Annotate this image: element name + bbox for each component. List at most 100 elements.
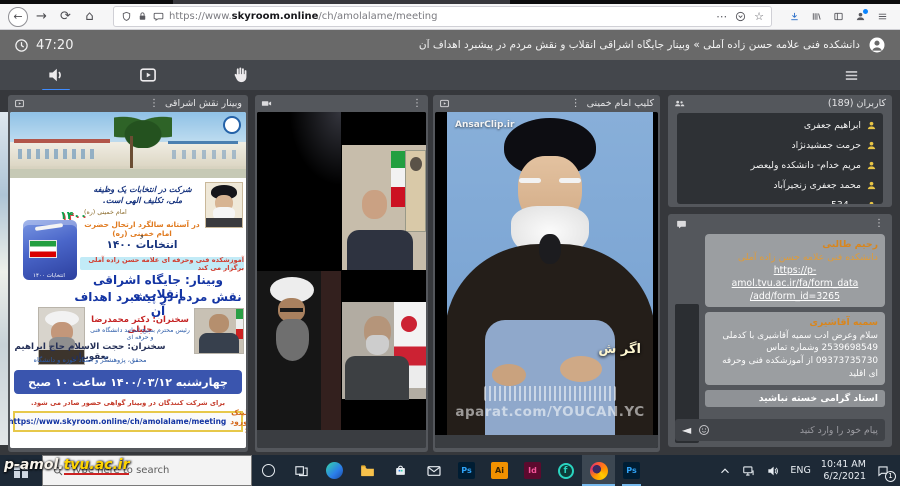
room-menu-icon[interactable] — [843, 67, 860, 84]
chat-message: رحیم طالبی دانشکده فنی علامه حسن زاده آم… — [705, 234, 885, 307]
list-item[interactable]: حرمت جمشیدنژاد — [683, 135, 877, 155]
page-actions-dots-icon[interactable]: ⋯ — [716, 10, 727, 23]
iran-flag-icon — [391, 151, 406, 207]
back-icon[interactable]: ← — [8, 7, 28, 27]
indesign-button[interactable]: Id — [516, 455, 549, 486]
firefox-button[interactable] — [582, 455, 615, 486]
cortana-icon — [262, 464, 275, 477]
indesign-icon: Id — [524, 462, 541, 479]
partial-panel-edge — [0, 112, 8, 445]
emoji-icon[interactable] — [698, 424, 710, 436]
users-panel: کاربران (189) ابراهیم جعفری حرمت جمشیدنژ… — [668, 95, 892, 207]
list-item[interactable]: … 534 — [683, 195, 877, 204]
store-button[interactable] — [384, 455, 417, 486]
home-icon[interactable]: ⌂ — [79, 6, 100, 27]
ballot-box-graphic: انتخابات ۱۴۰۰ — [18, 214, 80, 280]
chat-link[interactable]: /add/form_id=3265 — [712, 290, 878, 303]
chat-text: دانشکده فنی علامه حسن زاده آملی — [712, 251, 878, 264]
library-icon[interactable] — [811, 11, 822, 22]
user-icon — [866, 140, 877, 151]
clock-icon — [14, 38, 29, 53]
folder-icon — [359, 462, 376, 479]
mail-icon — [426, 463, 442, 479]
poster-image: شرکت در انتخابات یک وظیفه ملی، تکلیف اله… — [10, 112, 246, 448]
sidebar-toggle-icon[interactable] — [833, 11, 844, 22]
meeting-header: 47:20 دانشکده فنی علامه حسن زاده آملی » … — [0, 30, 900, 60]
webcams-kebab-icon[interactable]: ⋮ — [412, 99, 422, 109]
edge-button[interactable] — [318, 455, 351, 486]
bookmark-star-icon[interactable]: ☆ — [754, 10, 764, 23]
webcams-panel: ⋮ — [255, 95, 428, 452]
chat-icon — [676, 219, 687, 230]
audio-waveform — [484, 386, 616, 401]
photoshop-button[interactable]: Ps — [450, 455, 483, 486]
poster-speaker1-role: رئیس محترم بسیج اساتید دانشگاه فنی و حرف… — [88, 327, 192, 341]
cortana-button[interactable] — [252, 455, 285, 486]
forward-icon[interactable]: → — [31, 6, 52, 27]
notification-badge: 1 — [885, 471, 896, 482]
user-icon — [866, 180, 877, 191]
list-item[interactable]: مریم خدام- دانشکده ولیعصر — [683, 155, 877, 175]
microphone — [539, 234, 561, 264]
list-item[interactable]: محمد جعفری زنجیرآباد — [683, 175, 877, 195]
chat-messages[interactable]: رحیم طالبی دانشکده فنی علامه حسن زاده آم… — [675, 234, 885, 415]
file-explorer-button[interactable] — [351, 455, 384, 486]
poster-occasion-line2: انتخابات ۱۴۰۰ — [82, 239, 202, 251]
illustrator-icon: Ai — [491, 462, 508, 479]
video-button[interactable] — [138, 65, 158, 85]
page-action-bubble-icon[interactable] — [153, 11, 164, 22]
poster-panel: ⋮وبینار نقش اشراقی شرکت در انتخابات یک و… — [8, 95, 248, 452]
lock-icon — [137, 11, 148, 22]
webcam-tile-2 — [342, 112, 426, 270]
chat-message: سمیه آقاشیری سلام وعرض ادب سمیه آقاشیری … — [705, 312, 885, 385]
users-header-label: کاربران (189) — [828, 98, 886, 109]
photoshop2-button[interactable]: Ps — [615, 455, 648, 486]
language-indicator[interactable]: ENG — [790, 465, 810, 476]
url-bar[interactable]: https://www.skyroom.online/ch/amolalame/… — [113, 6, 772, 27]
clip-panel: ⋮کلیپ امام خمینی AnsarClip.ir اگر ش apar… — [433, 95, 660, 452]
clip-kebab-icon[interactable]: ⋮ — [571, 99, 581, 109]
chat-input[interactable]: ◄ پیام خود را وارد کنید — [675, 419, 885, 441]
task-view-button[interactable] — [285, 455, 318, 486]
users-list[interactable]: ابراهیم جعفری حرمت جمشیدنژاد مریم خدام- … — [677, 113, 883, 204]
illustrator-button[interactable]: Ai — [483, 455, 516, 486]
mail-button[interactable] — [417, 455, 450, 486]
chat-kebab-icon[interactable]: ⋮ — [874, 219, 884, 229]
session-timer: 47:20 — [14, 38, 73, 53]
chat-message: استاد گرامی خسته نباشید — [705, 390, 885, 407]
firefox-icon — [590, 462, 608, 480]
volume-icon[interactable] — [766, 464, 780, 478]
shield-icon[interactable] — [121, 11, 132, 22]
menu-hamburger-icon[interactable] — [877, 11, 888, 22]
action-center-icon[interactable]: 1 — [876, 464, 890, 478]
screen: ← → ⟳ ⌂ https://www.skyroom.online/ch/am… — [0, 0, 900, 486]
account-icon[interactable] — [855, 11, 866, 22]
speaker2-photo — [194, 308, 244, 354]
user-icon — [866, 200, 877, 205]
users-panel-header: کاربران (189) — [670, 95, 890, 112]
pocket-icon[interactable] — [735, 11, 746, 22]
downloads-icon[interactable] — [789, 11, 800, 22]
chat-link[interactable]: https://p-amol.tvu.ac.ir/fa/form_data — [712, 264, 878, 290]
reload-icon[interactable]: ⟳ — [55, 6, 76, 27]
poster-kebab-icon[interactable]: ⋮ — [149, 99, 159, 109]
main-area: ⋮وبینار نقش اشراقی شرکت در انتخابات یک و… — [0, 90, 900, 455]
users-icon — [674, 98, 685, 109]
chevron-up-icon[interactable] — [718, 464, 732, 478]
clock-date[interactable]: 10:41 AM6/2/2021 — [821, 459, 866, 483]
chat-sender: رحیم طالبی — [712, 238, 878, 251]
webcams-grid — [257, 112, 426, 448]
ballot-label: انتخابات ۱۴۰۰ — [20, 273, 78, 279]
speaker-button[interactable] — [46, 65, 66, 85]
avatar-icon — [868, 36, 886, 54]
page-watermark: p-amol.tvu.ac.ir — [4, 457, 129, 473]
chat-text: سلام وعرض ادب سمیه آقاشیری با کدملی 2539… — [712, 330, 878, 382]
teal-app-button[interactable]: f — [549, 455, 582, 486]
network-icon[interactable] — [742, 464, 756, 478]
send-icon[interactable]: ◄ — [682, 424, 691, 436]
raise-hand-button[interactable] — [230, 65, 250, 85]
poster-organizer-banner: آموزشکده فنی وحرفه ای علامه حسن زاده آمل… — [80, 257, 244, 270]
list-item[interactable]: ابراهیم جعفری — [683, 115, 877, 135]
url-text[interactable]: https://www.skyroom.online/ch/amolalame/… — [169, 11, 711, 22]
video-frame-icon — [439, 98, 450, 109]
